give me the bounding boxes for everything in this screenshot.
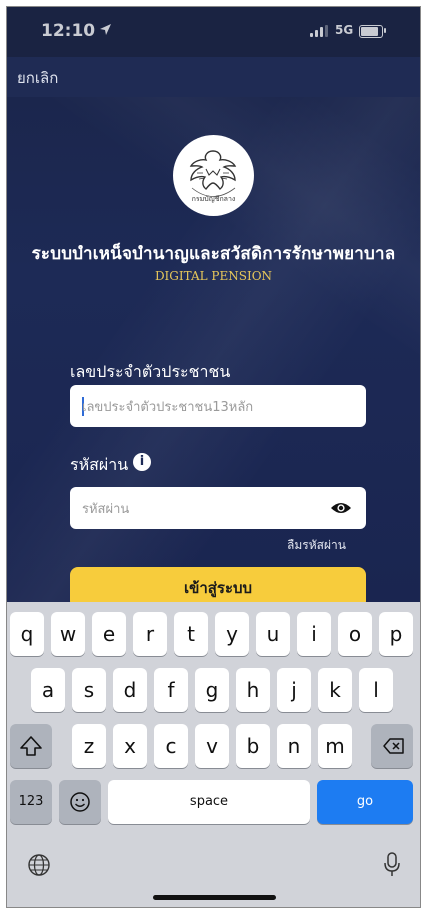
key-s[interactable]: s [72,668,106,712]
id-input[interactable] [80,385,334,429]
key-u[interactable]: u [256,612,290,656]
key-f[interactable]: f [154,668,188,712]
key-p[interactable]: p [379,612,413,656]
shift-icon [20,736,42,756]
key-x[interactable]: x [113,724,147,768]
key-q[interactable]: q [10,612,44,656]
department-logo: กรมบัญชีกลาง [173,135,254,216]
globe-icon[interactable] [27,853,51,877]
password-input[interactable] [80,487,334,531]
status-bar: 12:10 5G [7,7,420,57]
key-j[interactable]: j [277,668,311,712]
key-b[interactable]: b [236,724,270,768]
battery-cap [384,28,386,33]
key-r[interactable]: r [133,612,167,656]
go-key[interactable]: go [317,780,413,824]
home-indicator [153,895,276,900]
signal-icon [310,25,330,37]
key-g[interactable]: g [195,668,229,712]
key-m[interactable]: m [318,724,352,768]
key-t[interactable]: t [174,612,208,656]
key-w[interactable]: w [51,612,85,656]
cancel-button[interactable]: ยกเลิก [17,66,58,90]
space-key[interactable]: space [108,780,310,824]
logo-text: กรมบัญชีกลาง [192,195,236,203]
id-label: เลขประจำตัวประชาชน [70,362,231,381]
key-h[interactable]: h [236,668,270,712]
key-y[interactable]: y [215,612,249,656]
key-i[interactable]: i [297,612,331,656]
key-v[interactable]: v [195,724,229,768]
microphone-icon[interactable] [383,852,401,878]
app-title: ระบบบำเหน็จบำนาญและสวัสดิการรักษาพยาบาล [31,244,396,264]
key-e[interactable]: e [92,612,126,656]
key-n[interactable]: n [277,724,311,768]
key-k[interactable]: k [318,668,352,712]
numbers-key[interactable]: 123 [10,780,52,824]
key-a[interactable]: a [31,668,65,712]
info-icon[interactable]: i [133,453,151,471]
status-time: 12:10 [41,21,96,41]
backspace-key[interactable] [371,724,413,768]
key-l[interactable]: l [359,668,393,712]
app-subtitle: DIGITAL PENSION [154,269,273,283]
backspace-icon [383,738,404,754]
eye-icon[interactable] [330,501,352,515]
forgot-password-link[interactable]: ลืมรหัสผ่าน [287,536,346,555]
nav-bar [7,57,420,97]
battery-icon [359,25,383,38]
key-z[interactable]: z [72,724,106,768]
location-arrow-icon [100,24,111,35]
password-field[interactable] [70,487,366,531]
key-o[interactable]: o [338,612,372,656]
shift-key[interactable] [10,724,52,768]
garuda-emblem-icon: กรมบัญชีกลาง [175,137,252,214]
phone-frame: 12:10 5G ยกเลิก กรมบัญชีกลาง ระบบบำเหน็จ… [6,6,421,908]
id-field[interactable] [70,385,366,429]
emoji-key[interactable] [59,780,101,824]
network-type: 5G [335,23,354,37]
password-label: รหัสผ่าน [70,455,129,474]
key-d[interactable]: d [113,668,147,712]
key-c[interactable]: c [154,724,188,768]
emoji-icon [70,792,90,812]
